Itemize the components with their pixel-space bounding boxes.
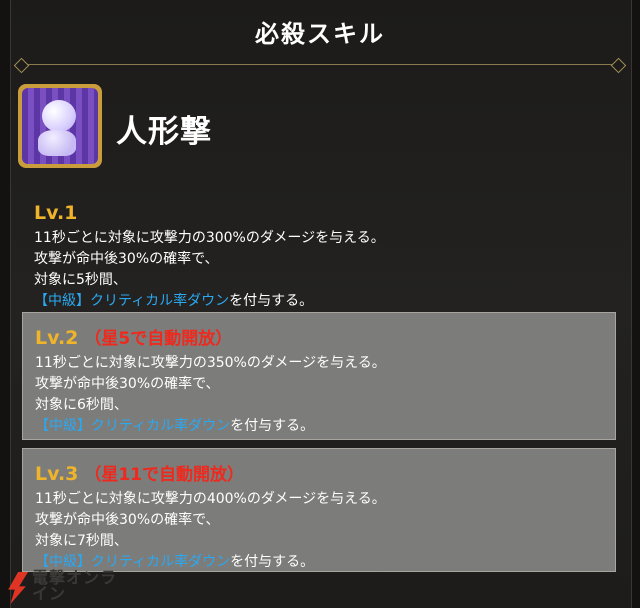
level-3-duration-text: 対象に7秒間、 — [35, 533, 128, 549]
level-2-duration-text: 対象に6秒間、 — [35, 397, 128, 413]
level-2-tier-tag: 【中級】 — [35, 418, 91, 434]
level-1-tier-tag: 【中級】 — [34, 293, 90, 309]
doll-body-shape — [38, 130, 76, 156]
level-2-effect-suffix: を付与する。 — [230, 418, 315, 434]
level-2-label: Lv.2 — [35, 327, 79, 349]
level-1-status-effect: クリティカル率ダウン — [90, 293, 230, 309]
level-2-unlock-condition: （星5で自動開放） — [84, 329, 233, 349]
level-3-label: Lv.3 — [35, 463, 79, 485]
level-1-duration-text: 対象に5秒間、 — [34, 272, 127, 288]
lightning-bolt-icon — [8, 572, 28, 604]
level-3-unlock-condition: （星11で自動開放） — [84, 465, 245, 485]
level-2-damage-text: 11秒ごとに対象に攻撃力の350%のダメージを与える。 — [35, 355, 386, 371]
title-divider — [22, 64, 618, 65]
level-3-chance-text: 攻撃が命中後30%の確率で、 — [35, 512, 220, 528]
doll-head-shape — [42, 100, 76, 132]
level-3-section: Lv.3 （星11で自動開放） 11秒ごとに対象に攻撃力の400%のダメージを与え… — [22, 448, 616, 572]
level-1-label: Lv.1 — [34, 202, 78, 224]
level-1-damage-text: 11秒ごとに対象に攻撃力の300%のダメージを与える。 — [34, 230, 385, 246]
level-2-effect-line: 【中級】クリティカル率ダウンを付与する。 — [35, 416, 603, 437]
level-3-effect-suffix: を付与する。 — [230, 554, 315, 570]
level-1-header: Lv.1 — [34, 198, 604, 228]
doll-skill-icon — [18, 84, 102, 168]
level-3-damage-text: 11秒ごとに対象に攻撃力の400%のダメージを与える。 — [35, 491, 386, 507]
level-2-header: Lv.2 （星5で自動開放） — [35, 323, 603, 353]
level-2-chance-text: 攻撃が命中後30%の確率で、 — [35, 376, 220, 392]
level-1-section: Lv.1 11秒ごとに対象に攻撃力の300%のダメージを与える。 攻撃が命中後3… — [22, 188, 616, 309]
watermark-text: 電撃オンライン — [32, 568, 118, 603]
level-3-header: Lv.3 （星11で自動開放） — [35, 459, 603, 489]
level-2-section: Lv.2 （星5で自動開放） 11秒ごとに対象に攻撃力の350%のダメージを与える… — [22, 312, 616, 440]
level-2-status-effect: クリティカル率ダウン — [91, 418, 231, 434]
level-1-chance-text: 攻撃が命中後30%の確率で、 — [34, 251, 219, 267]
skill-icon-art — [22, 88, 98, 164]
skill-name: 人形撃 — [116, 114, 212, 150]
level-1-effect-line: 【中級】クリティカル率ダウンを付与する。 — [34, 291, 604, 312]
level-1-effect-suffix: を付与する。 — [229, 293, 314, 309]
page-title: 必殺スキル — [255, 20, 385, 48]
watermark-logo: 電撃オンライン — [2, 568, 132, 608]
